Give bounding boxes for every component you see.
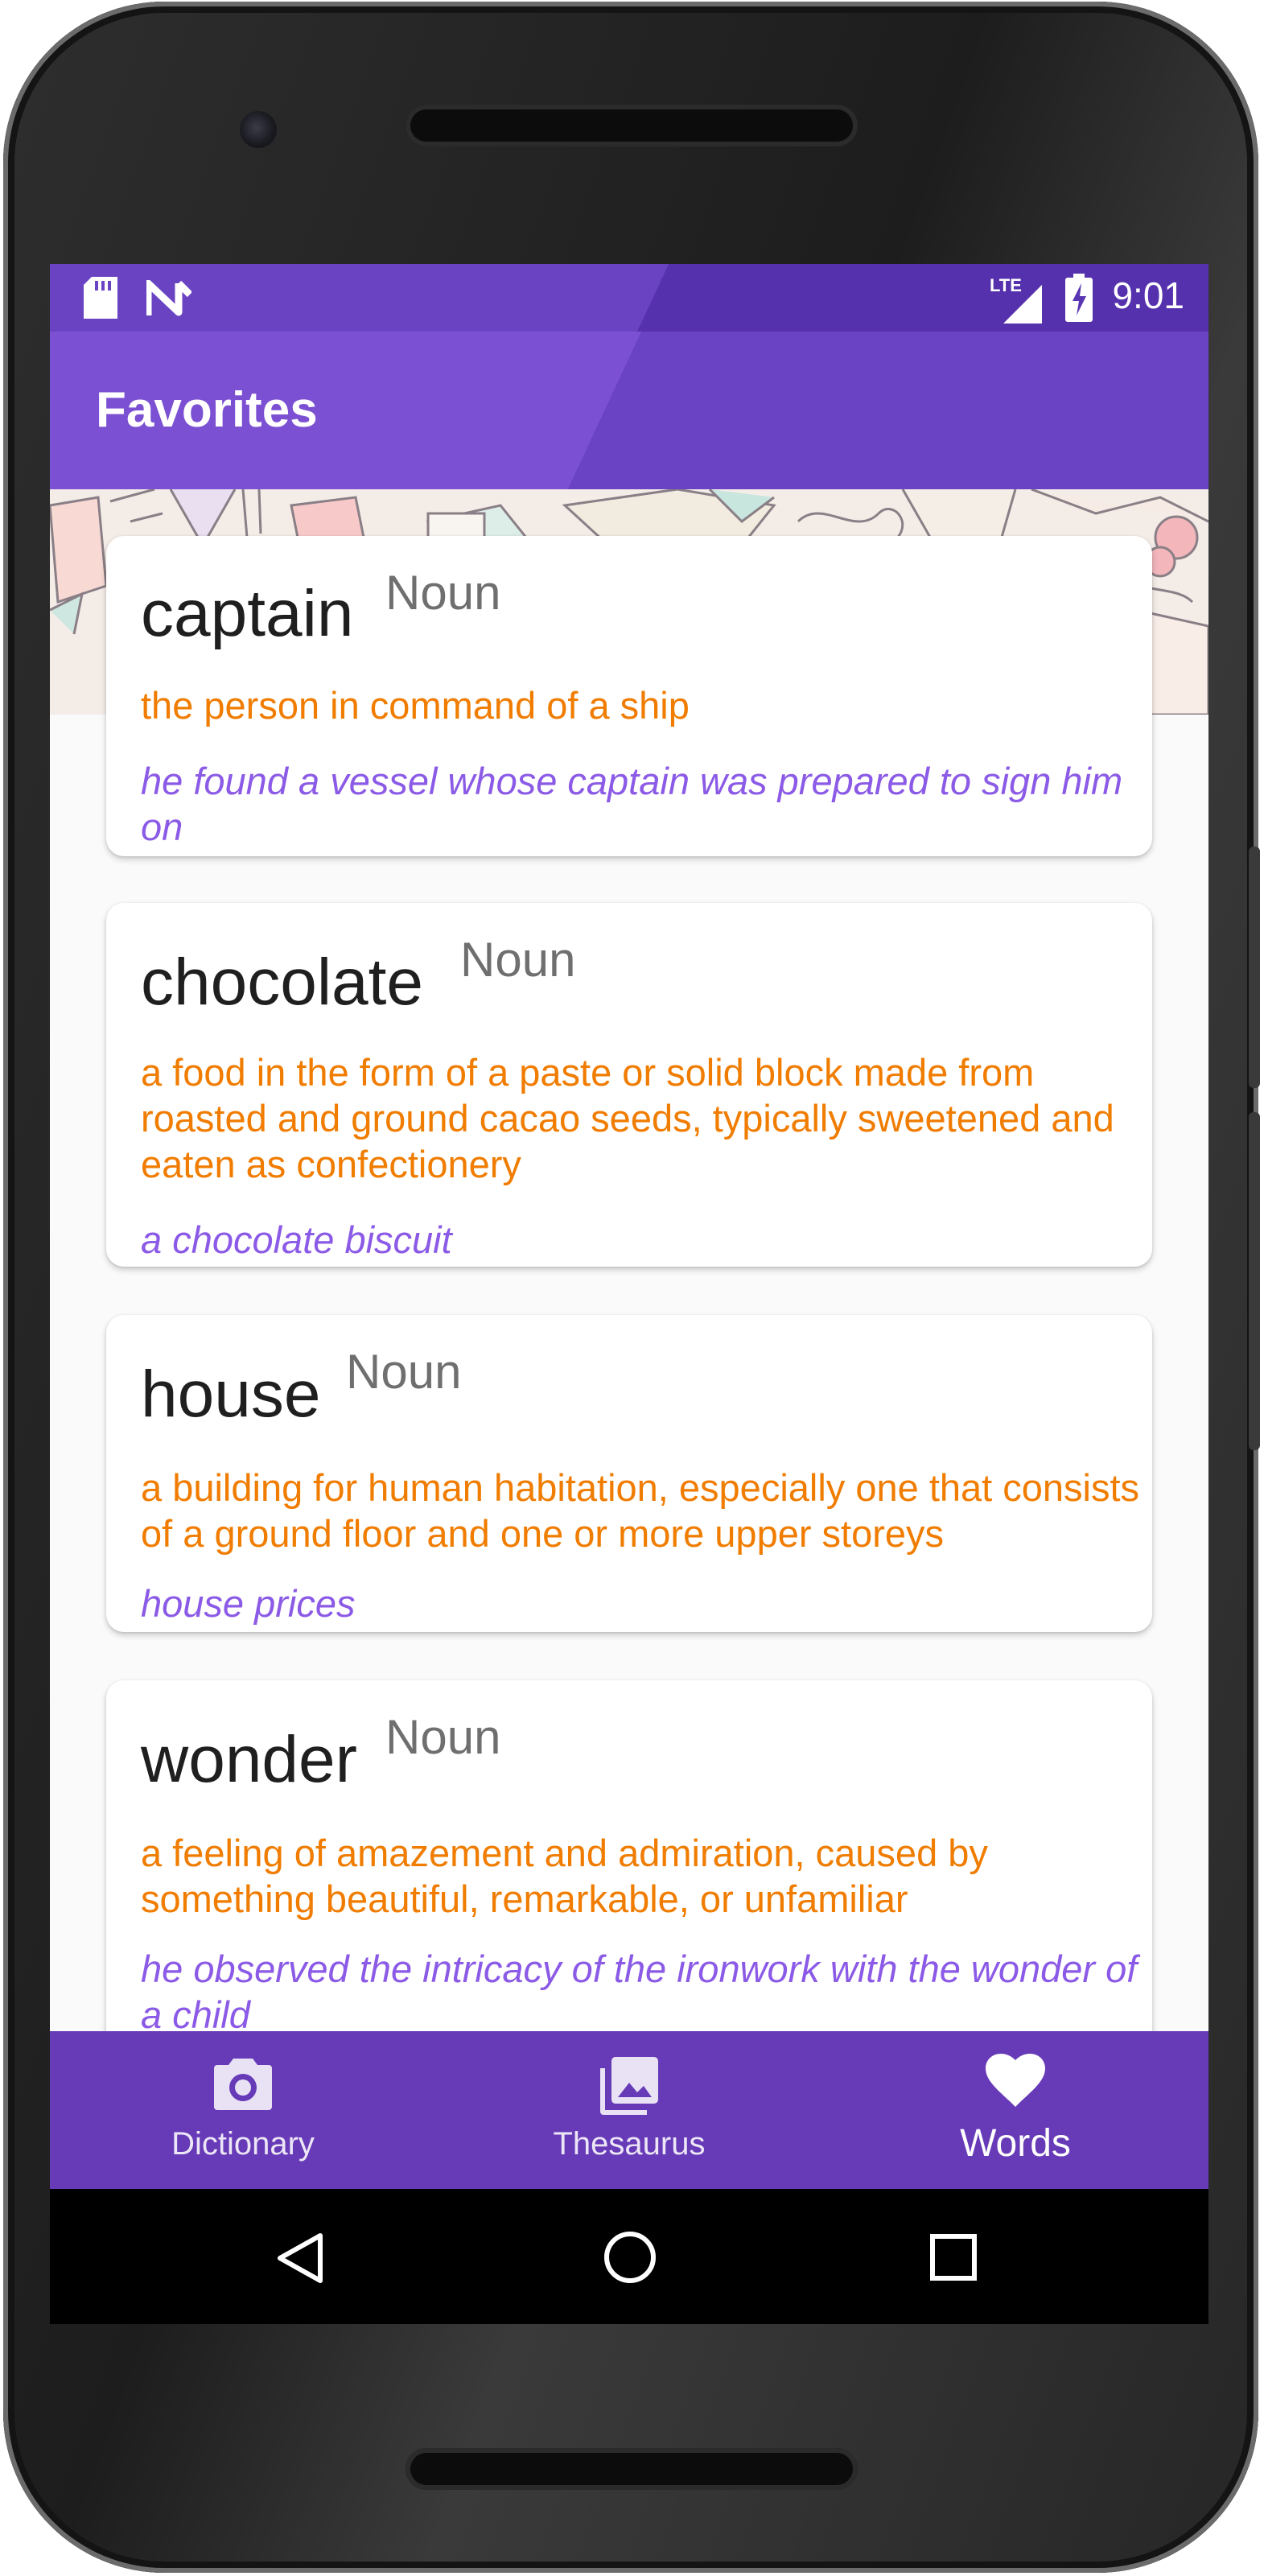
favorite-card[interactable]: chocolate Noun a food in the form of a p… [106,903,1152,1267]
definition-text: the person in command of a ship [141,684,690,727]
nav-item-thesaurus[interactable]: Thesaurus [436,2031,822,2189]
word-title: captain [141,577,354,650]
part-of-speech: Noun [385,1710,501,1764]
photo-library-icon [600,2057,658,2115]
app-bar: Favorites [50,332,1208,489]
status-bar: LTE 9:01 [50,264,1208,332]
recents-icon[interactable] [930,2234,977,2281]
bottom-speaker [406,2448,858,2490]
n-logo-icon [146,280,191,316]
part-of-speech: Noun [346,1345,462,1399]
nav-item-words[interactable]: Words [822,2031,1208,2189]
example-text: he observed the intricacy of the ironwor… [141,1947,1138,2036]
definition-text: a feeling of amazement and admiration, c… [141,1832,988,1920]
nav-item-dictionary[interactable]: Dictionary [50,2031,436,2189]
definition-text: a food in the form of a paste or solid b… [141,1051,1114,1185]
example-text: he found a vessel whose captain was prep… [141,760,1123,848]
definition-text: a building for human habitation, especia… [141,1466,1140,1555]
camera-icon [214,2059,272,2110]
nav-label: Dictionary [171,2126,315,2162]
word-title: chocolate [141,946,424,1019]
power-button [1249,847,1260,1088]
example-text: house prices [141,1582,356,1625]
battery-charging-icon [1065,274,1093,322]
nav-label: Thesaurus [553,2126,706,2162]
system-navigation-bar [50,2189,1208,2324]
part-of-speech: Noun [385,566,501,620]
example-text: a chocolate biscuit [141,1218,452,1261]
word-title: wonder [141,1723,357,1796]
front-camera [240,111,277,148]
part-of-speech: Noun [460,933,576,987]
earpiece-speaker [406,105,858,146]
home-icon[interactable] [603,2231,657,2284]
bottom-navigation: Dictionary Thesaurus Words [50,2031,1208,2189]
favorite-card[interactable]: house Noun a building for human habitati… [106,1315,1152,1632]
back-icon[interactable] [277,2232,323,2284]
nav-label: Words [960,2122,1071,2165]
lte-signal-icon [1003,285,1042,324]
favorite-card[interactable]: captain Noun the person in command of a … [106,536,1152,856]
heart-icon [986,2054,1045,2107]
sd-card-icon [84,277,117,319]
word-title: house [141,1358,321,1431]
screen: LTE 9:01 Favorites captain Noun the pers… [50,264,1208,2324]
favorites-list[interactable]: captain Noun the person in command of a … [50,489,1208,2100]
status-time: 9:01 [1112,274,1184,316]
page-title: Favorites [96,382,318,438]
volume-rocker [1249,1112,1260,1450]
